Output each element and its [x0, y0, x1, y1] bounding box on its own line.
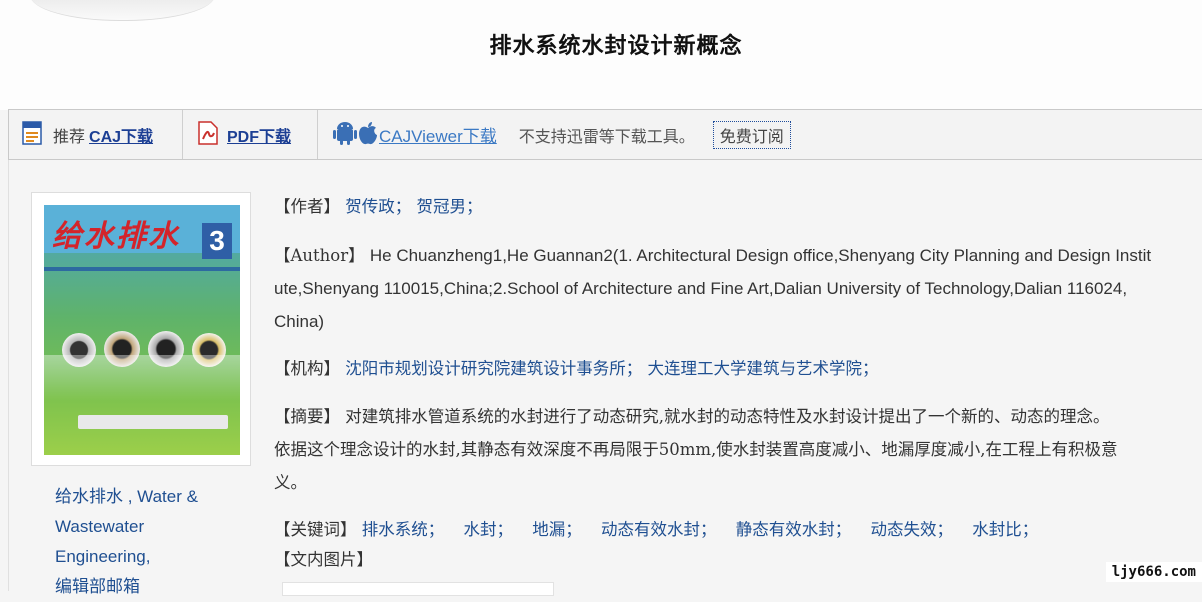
watermark: ljy666.com	[1105, 562, 1202, 582]
page-title: 排水系统水封设计新概念	[489, 33, 743, 59]
cover-title: 给水排水	[52, 219, 180, 254]
caj-download-group: 推荐 CAJ下载	[21, 110, 153, 159]
figures-row: 【文内图片】	[274, 543, 1196, 576]
apple-icon	[357, 120, 379, 150]
caj-file-icon	[21, 120, 45, 150]
organization-label: 【机构】	[274, 359, 340, 378]
editorial-email-label: 编辑部邮箱	[55, 577, 140, 596]
author-value[interactable]: 贺传政； 贺冠男；	[345, 197, 482, 216]
organization-row: 【机构】 沈阳市规划设计研究院建筑设计事务所； 大连理工大学建筑与艺术学院；	[274, 352, 1196, 385]
free-subscribe-button[interactable]: 免费订阅	[712, 120, 791, 149]
keyword-link[interactable]: 排水系统；	[362, 520, 445, 539]
cajviewer-download-link[interactable]: CAJViewer下载	[379, 122, 497, 147]
article-content: 给水排水 3 给水排水 , Water & Wastewater Enginee…	[8, 160, 1202, 596]
cover-highlight	[44, 355, 240, 401]
author-row: 【作者】 贺传政； 贺冠男；	[274, 190, 1196, 223]
cover-issue-number: 3	[202, 223, 232, 259]
abstract-row: 【摘要】 对建筑排水管道系统的水封进行了动态研究,就水封的动态特性及水封设计提出…	[274, 400, 1196, 499]
keyword-link[interactable]: 水封比；	[972, 520, 1038, 539]
journal-name-link[interactable]: Wastewater	[55, 512, 245, 542]
journal-info: 给水排水 , Water & Wastewater Engineering, 编…	[55, 482, 245, 602]
cover-stripe	[44, 267, 240, 271]
author-en-text: China)	[274, 312, 325, 331]
header-area: 排水系统水封设计新概念	[0, 0, 1202, 110]
author-en-text: He Chuanzheng1,He Guannan2(1. Architectu…	[369, 246, 1152, 265]
keyword-link[interactable]: 动态失效；	[871, 520, 954, 539]
abstract-text: 义。	[274, 473, 307, 492]
toolbar-divider	[317, 110, 318, 159]
cover-bottom-banner	[78, 415, 228, 429]
android-icon	[333, 120, 357, 150]
recommend-label: 推荐	[53, 126, 86, 146]
pdf-file-icon	[197, 120, 219, 150]
figure-thumbnail-box[interactable]	[282, 582, 554, 596]
organization-value[interactable]: 沈阳市规划设计研究院建筑设计事务所； 大连理工大学建筑与艺术学院；	[345, 359, 878, 378]
header-decoration	[30, 0, 215, 21]
journal-name-link[interactable]: Engineering,	[55, 542, 245, 572]
pdf-download-link[interactable]: PDF下载	[227, 123, 291, 147]
abstract-label: 【摘要】	[274, 407, 340, 426]
keyword-link[interactable]: 静态有效水封；	[736, 520, 852, 539]
journal-cover-frame: 给水排水 3	[31, 192, 251, 466]
keywords-label: 【关键词】	[274, 520, 357, 539]
cajviewer-group: CAJViewer下载 不支持迅雷等下载工具。 免费订阅	[333, 110, 791, 159]
keyword-link[interactable]: 地漏；	[532, 520, 582, 539]
download-toolbar: 推荐 CAJ下载 PDF下载 CAJViewer下载 不支持迅雷等下载工具。 免…	[8, 109, 1202, 160]
figures-label: 【文内图片】	[274, 550, 373, 569]
abstract-text: 对建筑排水管道系统的水封进行了动态研究,就水封的动态特性及水封设计提出了一个新的…	[345, 407, 1110, 426]
download-tool-note: 不支持迅雷等下载工具。	[518, 126, 695, 146]
author-en-label: 【Author】	[274, 246, 365, 265]
caj-download-link[interactable]: CAJ下载	[89, 123, 153, 147]
toolbar-divider	[182, 110, 183, 159]
journal-cover-image[interactable]: 给水排水 3	[44, 205, 240, 455]
abstract-text: 依据这个理念设计的水封,其静态有效深度不再局限于50mm,使水封装置高度减小、地…	[274, 440, 1118, 459]
keywords-row: 【关键词】 排水系统； 水封； 地漏； 动态有效水封； 静态有效水封； 动态失效…	[274, 513, 1196, 546]
author-en-row: 【Author】 He Chuanzheng1,He Guannan2(1. A…	[274, 239, 1196, 338]
author-en-text: ute,Shenyang 110015,China;2.School of Ar…	[274, 279, 1128, 298]
author-label: 【作者】	[274, 197, 340, 216]
caj-download-text: CAJ下载	[89, 128, 154, 146]
keyword-link[interactable]: 水封；	[464, 520, 514, 539]
pdf-download-group: PDF下载	[197, 110, 291, 159]
journal-name-link[interactable]: 给水排水 , Water &	[55, 482, 245, 512]
keyword-link[interactable]: 动态有效水封；	[601, 520, 717, 539]
